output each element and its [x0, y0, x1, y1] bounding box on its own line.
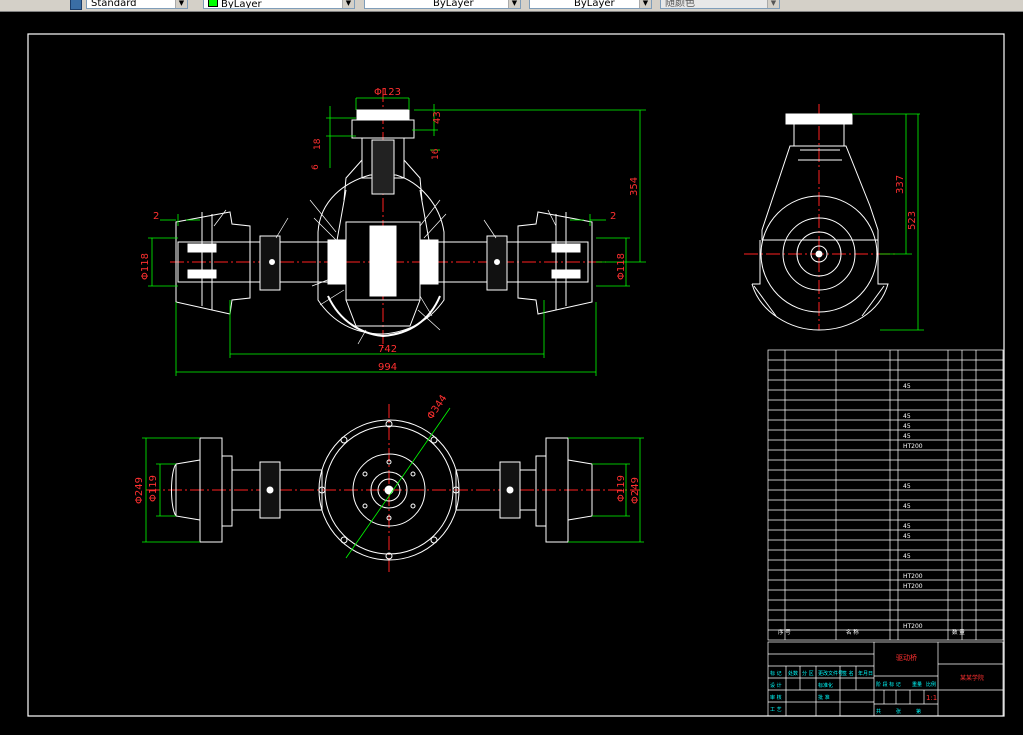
- dim-phi249-right: Φ249: [630, 477, 641, 504]
- chevron-down-icon[interactable]: ▼: [767, 0, 779, 8]
- svg-text:处数: 处数: [788, 670, 798, 677]
- text-style-select[interactable]: Standard ▼: [86, 0, 188, 9]
- svg-text:年月日: 年月日: [858, 670, 873, 677]
- dim-523: 523: [907, 211, 918, 230]
- chevron-down-icon[interactable]: ▼: [342, 0, 354, 8]
- svg-text:第: 第: [916, 708, 921, 715]
- properties-toolbar: Standard ▼ ByLayer ▼ ByLayer ▼ ByLayer ▼…: [0, 0, 1023, 12]
- dim-flange-height: 43: [432, 111, 443, 124]
- svg-text:批 准: 批 准: [818, 694, 830, 701]
- bom-rows: [768, 359, 1003, 631]
- dim-gap-right: 2: [610, 211, 616, 222]
- text-style-icon[interactable]: [70, 0, 82, 10]
- dim-phi119-left: Φ119: [148, 475, 159, 502]
- lineweight-control-select[interactable]: ByLayer ▼: [529, 0, 652, 9]
- chevron-down-icon[interactable]: ▼: [639, 0, 651, 8]
- color-control-select[interactable]: ByLayer ▼: [203, 0, 355, 9]
- company-name: 某某学院: [960, 674, 984, 682]
- chevron-down-icon[interactable]: ▼: [508, 0, 520, 8]
- bom-name-header: 名 称: [846, 628, 859, 636]
- svg-text:阶 段 标 记: 阶 段 标 记: [876, 681, 901, 688]
- dim-phi118-left: Φ118: [140, 253, 151, 280]
- chevron-down-icon[interactable]: ▼: [175, 0, 187, 8]
- bom-material: 45: [903, 433, 911, 440]
- plot-style-select[interactable]: 随颜色 ▼: [660, 0, 780, 9]
- drawing-name: 驱动桥: [896, 653, 917, 662]
- svg-text:标准化: 标准化: [818, 682, 833, 689]
- green-swatch-icon: [208, 0, 218, 7]
- front-section-view: [170, 88, 606, 348]
- svg-text:标 记: 标 记: [770, 670, 782, 677]
- dim-gap-left: 2: [153, 211, 159, 222]
- dim-left-small-2: 18: [313, 138, 323, 150]
- drawing-border: [27, 33, 1005, 717]
- svg-text:设 计: 设 计: [770, 682, 782, 689]
- svg-text:共: 共: [876, 708, 881, 715]
- linetype-control-select[interactable]: ByLayer ▼: [364, 0, 521, 9]
- svg-text:张: 张: [896, 708, 901, 715]
- bom-qty-header: 数 量: [952, 628, 965, 636]
- bom-material: 45: [903, 553, 911, 560]
- svg-text:比例: 比例: [926, 681, 936, 688]
- bom-material: 45: [903, 533, 911, 540]
- dim-354: 354: [629, 177, 640, 196]
- bom-seq-header: 序 号: [778, 628, 791, 636]
- drawing-canvas[interactable]: Φ123 43 6 18 16 354 2 2 Φ118 Φ118 742 99…: [0, 12, 1023, 735]
- dim-phi249-left: Φ249: [134, 477, 145, 504]
- bom-material: HT200: [903, 583, 923, 590]
- dim-337: 337: [895, 175, 906, 194]
- bom-material: 45: [903, 523, 911, 530]
- side-view: [744, 104, 896, 331]
- svg-text:更改文件号: 更改文件号: [818, 670, 843, 677]
- dim-742: 742: [378, 344, 397, 355]
- top-view: [146, 404, 640, 574]
- svg-text:工 艺: 工 艺: [770, 707, 782, 713]
- bom-material: 45: [903, 483, 911, 490]
- linetype-control-value: ByLayer: [433, 0, 474, 9]
- dim-phi119-right: Φ119: [616, 475, 627, 502]
- dim-phi118-right: Φ118: [616, 253, 627, 280]
- bom-material: 45: [903, 383, 911, 390]
- dim-flange-diameter: Φ123: [374, 87, 401, 98]
- bom-table: [767, 349, 1004, 641]
- plot-style-value: 随颜色: [665, 0, 695, 9]
- dim-phi344: Φ344: [425, 393, 449, 422]
- bom-material: HT200: [903, 623, 923, 630]
- svg-text:重量: 重量: [912, 681, 922, 688]
- svg-text:签 名: 签 名: [842, 670, 854, 677]
- svg-text:分 区: 分 区: [802, 670, 814, 677]
- color-control-value: ByLayer: [221, 0, 262, 9]
- dim-994: 994: [378, 362, 397, 373]
- dim-left-small-1: 6: [311, 164, 321, 170]
- text-style-value: Standard: [91, 0, 137, 9]
- top-dimensions: [142, 407, 644, 559]
- drawing-scale: 1:1: [926, 694, 937, 702]
- svg-text:审 核: 审 核: [770, 694, 782, 701]
- bom-material: 45: [903, 503, 911, 510]
- bom-material: 45: [903, 423, 911, 430]
- dim-16: 16: [431, 148, 441, 160]
- bom-material: 45: [903, 413, 911, 420]
- lineweight-control-value: ByLayer: [574, 0, 615, 9]
- bom-material: HT200: [903, 443, 923, 450]
- bom-material: HT200: [903, 573, 923, 580]
